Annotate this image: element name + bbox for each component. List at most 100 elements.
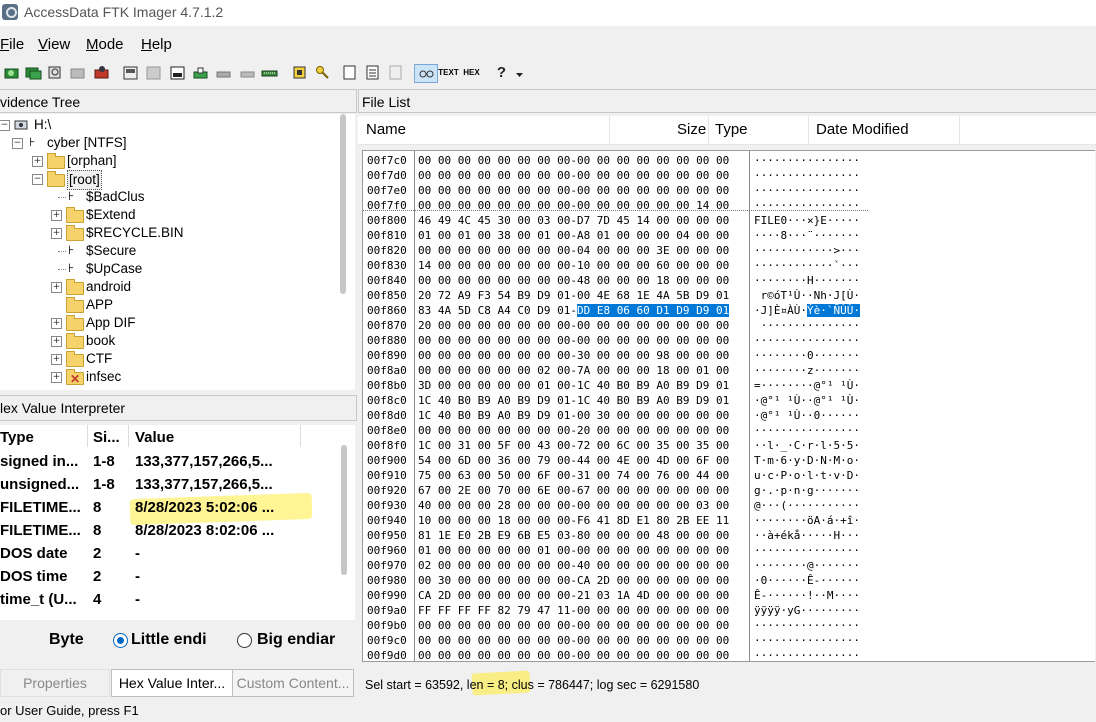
- hex-bytes[interactable]: 00 00 00 00 00 00 00 00-00 00 00 00 00 0…: [418, 633, 729, 648]
- hex-ascii[interactable]: T·m·6·y·D·N·M·o·: [754, 453, 860, 468]
- hex-bytes[interactable]: 00 00 00 00 00 00 00 00-30 00 00 00 98 0…: [418, 348, 729, 363]
- hex-bytes[interactable]: 01 00 01 00 38 00 01 00-A8 01 00 00 00 0…: [418, 228, 729, 243]
- hex-ascii[interactable]: ········z·······: [754, 363, 860, 378]
- create-custom-content-image-icon[interactable]: [215, 64, 232, 81]
- hex-bytes[interactable]: 83 4A 5D C8 A4 C0 D9 01-DD E8 06 60 D1 D…: [418, 303, 730, 318]
- help-icon[interactable]: ?: [493, 64, 510, 81]
- interpreter-size-cell[interactable]: 1-8: [93, 453, 115, 470]
- export-hash-list-icon[interactable]: [387, 64, 404, 81]
- expand-icon[interactable]: +: [51, 372, 62, 383]
- interpreter-size-cell[interactable]: 2: [93, 545, 101, 562]
- hex-row[interactable]: 00f9d0 00 00 00 00 00 00 00 00-00 00 00 0…: [363, 648, 1093, 663]
- column-divider[interactable]: [959, 116, 960, 144]
- create-disk-image-icon[interactable]: [122, 64, 139, 81]
- hex-ascii[interactable]: ················: [754, 168, 860, 183]
- collapse-icon[interactable]: −: [12, 138, 23, 149]
- tab-properties[interactable]: Properties: [0, 669, 110, 697]
- hex-row[interactable]: 00f980 00 30 00 00 00 00 00 00-CA 2D 00 0…: [363, 573, 1093, 588]
- hex-ascii[interactable]: ················: [754, 198, 860, 213]
- hex-bytes[interactable]: 54 00 6D 00 36 00 79 00-44 00 4E 00 4D 0…: [418, 453, 729, 468]
- hex-ascii[interactable]: ········öA·á·+î·: [754, 513, 860, 528]
- hex-bytes[interactable]: 00 00 00 00 00 00 00 00-00 00 00 00 00 0…: [418, 648, 729, 663]
- column-divider[interactable]: [808, 116, 809, 144]
- interpreter-value-cell[interactable]: -: [135, 545, 140, 562]
- hex-bytes[interactable]: 00 00 00 00 00 00 00 00-04 00 00 00 3E 0…: [418, 243, 729, 258]
- interpreter-value-cell[interactable]: -: [135, 568, 140, 585]
- hex-bytes[interactable]: 40 00 00 00 28 00 00 00-00 00 00 00 00 0…: [418, 498, 729, 513]
- hex-row[interactable]: 00f890 00 00 00 00 00 00 00 00-30 00 00 0…: [363, 348, 1093, 363]
- add-evidence-icon[interactable]: [3, 64, 20, 81]
- hex-bytes[interactable]: 00 00 00 00 00 00 00 00-00 00 00 00 00 0…: [418, 183, 729, 198]
- menu-file[interactable]: File: [0, 36, 24, 53]
- hex-row[interactable]: 00f910 75 00 63 00 50 00 6F 00-31 00 74 0…: [363, 468, 1093, 483]
- interpreter-type-cell[interactable]: DOS time: [0, 568, 68, 585]
- hex-view-icon[interactable]: HEX: [463, 64, 480, 81]
- menu-mode[interactable]: Mode: [86, 36, 124, 53]
- hex-ascii[interactable]: u·c·P·o·l·t·v·D·: [754, 468, 860, 483]
- interpreter-value-cell[interactable]: 133,377,157,266,5...: [135, 476, 273, 493]
- hex-row[interactable]: 00f7c0 00 00 00 00 00 00 00 00-00 00 00 0…: [363, 153, 1093, 168]
- interpreter-type-cell[interactable]: DOS date: [0, 545, 68, 562]
- hex-bytes[interactable]: 00 00 00 00 00 00 00 00-00 00 00 00 00 0…: [418, 168, 729, 183]
- expand-icon[interactable]: +: [51, 228, 62, 239]
- hex-ascii[interactable]: ··à+ékå·····H···: [754, 528, 860, 543]
- obtain-protected-files-icon[interactable]: [314, 64, 331, 81]
- hex-bytes[interactable]: 1C 40 B0 B9 A0 B9 D9 01-00 30 00 00 00 0…: [418, 408, 729, 423]
- hex-ascii[interactable]: ················: [754, 648, 860, 663]
- menu-help[interactable]: Help: [141, 36, 172, 53]
- remove-evidence-icon[interactable]: [69, 64, 86, 81]
- hex-row[interactable]: 00f970 02 00 00 00 00 00 00 00-40 00 00 0…: [363, 558, 1093, 573]
- interpreter-size-cell[interactable]: 8: [93, 522, 101, 539]
- interpreter-type-cell[interactable]: time_t (U...: [0, 591, 77, 608]
- hex-row[interactable]: 00f840 00 00 00 00 00 00 00 00-48 00 00 0…: [363, 273, 1093, 288]
- hex-row[interactable]: 00f820 00 00 00 00 00 00 00 00-04 00 00 0…: [363, 243, 1093, 258]
- column-header-name[interactable]: Name: [366, 121, 406, 138]
- column-header-type[interactable]: Type: [0, 429, 34, 446]
- hex-row[interactable]: 00f800 46 49 4C 45 30 00 03 00-D7 7D 45 1…: [363, 213, 1093, 228]
- selected-ascii[interactable]: Ýè·`ÑÙÙ·: [806, 304, 860, 317]
- hex-bytes[interactable]: 00 00 00 00 00 00 00 00-20 00 00 00 00 0…: [418, 423, 729, 438]
- hex-row[interactable]: 00f8b0 3D 00 00 00 00 00 01 00-1C 40 B0 B…: [363, 378, 1093, 393]
- decrypt-icon[interactable]: [239, 64, 256, 81]
- column-header-type[interactable]: Type: [715, 121, 748, 138]
- hex-bytes[interactable]: 00 00 00 00 00 00 00 00-00 00 00 00 00 0…: [418, 153, 729, 168]
- export-files-icon[interactable]: [364, 64, 381, 81]
- text-view-icon[interactable]: TEXT: [438, 64, 458, 81]
- expand-icon[interactable]: +: [51, 210, 62, 221]
- hex-viewer[interactable]: 00f7c0 00 00 00 00 00 00 00 00-00 00 00 0…: [362, 150, 1095, 662]
- hex-ascii[interactable]: =········@°¹ ¹Ù·: [754, 378, 860, 393]
- hex-row[interactable]: 00f880 00 00 00 00 00 00 00 00-00 00 00 0…: [363, 333, 1093, 348]
- hex-ascii[interactable]: ·@°¹ ¹Ù··@°¹ ¹Ù·: [754, 393, 860, 408]
- interpreter-type-cell[interactable]: signed in...: [0, 453, 78, 470]
- hex-ascii[interactable]: ················: [754, 333, 860, 348]
- expand-icon[interactable]: +: [51, 318, 62, 329]
- hex-bytes[interactable]: 10 00 00 00 18 00 00 00-F6 41 8D E1 80 2…: [418, 513, 729, 528]
- hex-row[interactable]: 00f7f0 00 00 00 00 00 00 00 00-00 00 00 0…: [363, 198, 1093, 213]
- hex-row[interactable]: 00f9a0 FF FF FF FF 82 79 47 11-00 00 00 0…: [363, 603, 1093, 618]
- hex-bytes[interactable]: 00 00 00 00 00 00 02 00-7A 00 00 00 18 0…: [418, 363, 729, 378]
- interpreter-value-cell[interactable]: 133,377,157,266,5...: [135, 453, 273, 470]
- evidence-tree-scrollbar[interactable]: [340, 114, 348, 294]
- hex-bytes[interactable]: 00 00 00 00 00 00 00 00-00 00 00 00 00 0…: [418, 198, 729, 213]
- expand-icon[interactable]: +: [51, 282, 62, 293]
- hex-row[interactable]: 00f850 20 72 A9 F3 54 B9 D9 01-00 4E 68 1…: [363, 288, 1093, 303]
- tab-hex-value-interpreter[interactable]: Hex Value Inter...: [111, 669, 233, 697]
- column-header-date-modified[interactable]: Date Modified: [816, 121, 909, 138]
- hex-ascii[interactable]: ÿÿÿÿ·yG·········: [754, 603, 860, 618]
- hex-row[interactable]: 00f9b0 00 00 00 00 00 00 00 00-00 00 00 0…: [363, 618, 1093, 633]
- hex-row[interactable]: 00f8a0 00 00 00 00 00 00 02 00-7A 00 00 0…: [363, 363, 1093, 378]
- column-divider[interactable]: [609, 116, 610, 144]
- hex-row[interactable]: 00f830 14 00 00 00 00 00 00 00-10 00 00 0…: [363, 258, 1093, 273]
- hex-row[interactable]: 00f900 54 00 6D 00 36 00 79 00-44 00 4E 0…: [363, 453, 1093, 468]
- hex-bytes[interactable]: 75 00 63 00 50 00 6F 00-31 00 74 00 76 0…: [418, 468, 729, 483]
- big-endian-label[interactable]: Big endiar: [257, 631, 335, 649]
- hex-row[interactable]: 00f960 01 00 00 00 00 00 01 00-00 00 00 0…: [363, 543, 1093, 558]
- hex-bytes[interactable]: 02 00 00 00 00 00 00 00-40 00 00 00 00 0…: [418, 558, 729, 573]
- hex-bytes[interactable]: 67 00 2E 00 70 00 6E 00-67 00 00 00 00 0…: [418, 483, 729, 498]
- hex-bytes[interactable]: 46 49 4C 45 30 00 03 00-D7 7D 45 14 00 0…: [418, 213, 729, 228]
- remove-all-evidence-icon[interactable]: [93, 64, 110, 81]
- hex-ascii[interactable]: Ê-······!··M····: [754, 588, 860, 603]
- capture-memory-icon[interactable]: [291, 64, 308, 81]
- column-divider[interactable]: [300, 425, 301, 447]
- hex-bytes[interactable]: 20 00 00 00 00 00 00 00-00 00 00 00 00 0…: [418, 318, 729, 333]
